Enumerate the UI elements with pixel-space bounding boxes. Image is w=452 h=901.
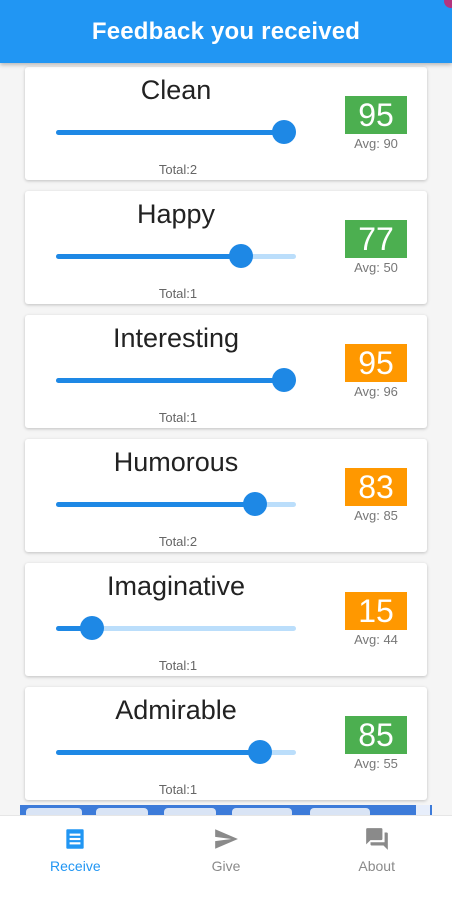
score-slider[interactable] (56, 616, 296, 640)
score-slider[interactable] (56, 492, 296, 516)
card-title: Clean (140, 75, 212, 105)
slider-fill (56, 130, 284, 135)
feedback-card: Humorous Total:2 83 Avg: 85 (25, 439, 427, 552)
slider-thumb[interactable] (243, 492, 268, 516)
slider-fill (56, 378, 284, 383)
slider-thumb[interactable] (272, 368, 296, 392)
card-title: Admirable (115, 695, 237, 725)
ad-pill (96, 808, 148, 815)
page-title: Feedback you received (91, 17, 361, 45)
ad-pill (310, 808, 370, 815)
score-badge: 95 (345, 344, 407, 382)
feedback-card: Interesting Total:1 95 Avg: 96 (25, 315, 427, 428)
total-count: Total:1 (158, 658, 198, 673)
ad-pill (232, 808, 292, 815)
nav-item-receive[interactable]: Receive (0, 816, 151, 901)
score-slider[interactable] (56, 244, 296, 268)
score-badge: 85 (345, 716, 407, 754)
average-label: Avg: 55 (354, 756, 398, 771)
nav-item-about[interactable]: About (301, 816, 452, 901)
total-count: Total:1 (158, 782, 198, 797)
card-title: Humorous (113, 447, 239, 477)
average-label: Avg: 85 (354, 508, 398, 523)
ad-pill (26, 808, 82, 815)
slider-fill (56, 750, 260, 755)
score-slider[interactable] (56, 368, 296, 392)
feedback-card: Admirable Total:1 85 Avg: 55 (25, 687, 427, 800)
bottom-navigation: Receive Give About (0, 815, 452, 901)
forum-icon (365, 828, 388, 850)
score-slider[interactable] (56, 120, 296, 144)
feedback-card: Imaginative Total:1 15 Avg: 44 (25, 563, 427, 676)
feedback-list[interactable]: Clean Total:2 95 Avg: 90 Happy Total:1 7… (0, 63, 452, 805)
slider-thumb[interactable] (272, 120, 296, 144)
send-icon (215, 829, 238, 849)
ad-banner[interactable] (20, 805, 432, 815)
average-label: Avg: 44 (354, 632, 398, 647)
average-label: Avg: 90 (354, 136, 398, 151)
nav-item-give[interactable]: Give (151, 816, 302, 901)
total-count: Total:1 (158, 410, 198, 425)
slider-thumb[interactable] (248, 740, 272, 764)
card-title: Interesting (112, 323, 240, 353)
score-badge: 95 (345, 96, 407, 134)
average-label: Avg: 50 (354, 260, 398, 275)
score-badge: 15 (345, 592, 407, 630)
ad-close-icon[interactable] (416, 805, 430, 815)
app-bar: Feedback you received (0, 0, 452, 63)
nav-label: Receive (50, 858, 101, 874)
score-badge: 83 (345, 468, 407, 506)
total-count: Total:2 (158, 534, 198, 549)
nav-label: About (358, 858, 395, 874)
slider-fill (56, 502, 256, 507)
nav-label: Give (211, 858, 241, 874)
average-label: Avg: 96 (354, 384, 398, 399)
score-badge: 77 (345, 220, 407, 258)
slider-thumb[interactable] (228, 244, 253, 268)
slider-thumb[interactable] (80, 616, 104, 640)
slider-fill (56, 254, 241, 259)
card-title: Happy (136, 199, 216, 229)
feedback-card: Clean Total:2 95 Avg: 90 (25, 67, 427, 180)
card-title: Imaginative (106, 571, 246, 601)
total-count: Total:1 (158, 286, 198, 301)
ad-pill (164, 808, 216, 815)
score-slider[interactable] (56, 740, 296, 764)
debug-banner-mark (444, 0, 452, 8)
receive-icon (66, 829, 84, 849)
total-count: Total:2 (158, 162, 198, 177)
feedback-card: Happy Total:1 77 Avg: 50 (25, 191, 427, 304)
